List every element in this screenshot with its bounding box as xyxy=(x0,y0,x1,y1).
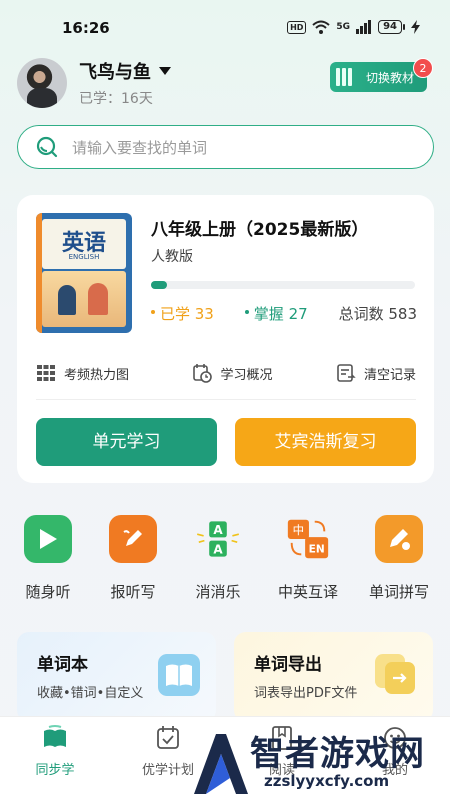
letter-a-icon: A A xyxy=(194,515,242,563)
ebbinghaus-review-button[interactable]: 艾宾浩斯复习 xyxy=(235,418,416,466)
feature-listen-label: 随身听 xyxy=(25,583,71,601)
clear-record-icon xyxy=(337,364,356,382)
caret-down-icon xyxy=(159,67,171,75)
play-icon xyxy=(24,515,72,563)
username: 飞鸟与鱼 xyxy=(79,62,151,83)
clear-record-label: 清空记录 xyxy=(363,367,416,383)
feature-translate-label: 中英互译 xyxy=(277,583,338,601)
feature-translate[interactable]: 中 EN 中英互译 xyxy=(266,515,350,602)
open-book-icon xyxy=(158,654,200,696)
nav-sync-study-label: 同步学 xyxy=(35,763,75,778)
stat-learned: 已学 33 xyxy=(151,303,214,324)
svg-text:中: 中 xyxy=(293,523,305,537)
calendar-check-icon xyxy=(157,726,179,749)
svg-text:EN: EN xyxy=(309,543,325,555)
cover-illustration xyxy=(42,271,126,327)
translate-icon: 中 EN xyxy=(284,515,332,563)
word-export-card[interactable]: 单词导出 词表导出PDF文件 xyxy=(234,632,433,722)
notification-badge: 2 xyxy=(413,58,433,78)
search-icon xyxy=(36,136,58,158)
status-icons: HD 5G 94 xyxy=(287,20,420,34)
book-stack-icon xyxy=(44,725,66,747)
study-progress-fill xyxy=(151,281,167,289)
study-overview-label: 学习概况 xyxy=(220,367,273,383)
wordbook-title: 单词本 xyxy=(37,655,88,675)
username-dropdown[interactable]: 飞鸟与鱼 xyxy=(79,58,171,84)
export-subtitle: 词表导出PDF文件 xyxy=(254,686,358,701)
books-icon xyxy=(336,68,358,86)
feature-match-game[interactable]: A A 消消乐 xyxy=(176,515,260,602)
export-title: 单词导出 xyxy=(254,655,322,675)
calendar-clock-icon xyxy=(193,364,213,383)
book-title: 八年级上册（2025最新版） xyxy=(151,220,369,240)
spell-pencil-icon xyxy=(375,515,423,563)
book-publisher: 人教版 xyxy=(151,249,193,265)
search-placeholder: 请输入要查找的单词 xyxy=(72,138,208,157)
status-bar: 16:26 HD 5G 94 xyxy=(0,0,450,52)
study-progress-bar xyxy=(151,281,415,289)
wordbook-card[interactable]: 单词本 收藏•错词•自定义 xyxy=(17,632,216,722)
learned-days: 已学：16天 xyxy=(79,91,153,107)
feature-dictation-label: 报听写 xyxy=(110,583,156,601)
heatmap-tool[interactable]: 考频热力图 xyxy=(36,363,129,383)
nav-sync-study[interactable]: 同步学 xyxy=(10,725,100,778)
status-time: 16:26 xyxy=(62,19,110,37)
watermark-brand: 智者游戏网 xyxy=(250,734,425,774)
heatmap-label: 考频热力图 xyxy=(64,367,130,383)
feature-listen[interactable]: 随身听 xyxy=(6,515,90,602)
stat-total: 总词数 583 xyxy=(338,305,417,323)
avatar[interactable] xyxy=(17,58,67,108)
svg-text:A: A xyxy=(213,542,223,556)
signal-icon xyxy=(356,20,372,34)
grid-icon xyxy=(37,365,55,381)
feature-dictation[interactable]: 报听写 xyxy=(91,515,175,602)
feature-spelling-label: 单词拼写 xyxy=(368,583,429,601)
clear-record-tool[interactable]: 清空记录 xyxy=(336,363,416,383)
battery-level: 94 xyxy=(378,20,402,34)
book-tools: 考频热力图 学习概况 清空记录 xyxy=(36,363,416,383)
watermark: 智者游戏网 zzslyyxcfy.com xyxy=(190,722,450,800)
cover-subtitle: ENGLISH xyxy=(68,253,100,261)
watermark-logo-icon xyxy=(194,734,248,794)
svg-text:A: A xyxy=(213,523,223,537)
switch-book-label: 切换教材 xyxy=(366,70,415,85)
watermark-url: zzslyyxcfy.com xyxy=(264,772,390,790)
feature-match-game-label: 消消乐 xyxy=(195,583,241,601)
divider xyxy=(36,399,416,400)
stat-mastered: 掌握 27 xyxy=(244,303,308,324)
book-cover[interactable]: 英语 ENGLISH xyxy=(36,213,132,333)
hd-badge: HD xyxy=(287,20,307,34)
wordbook-subtitle: 收藏•错词•自定义 xyxy=(37,686,144,701)
network-label: 5G xyxy=(336,22,351,32)
search-input[interactable]: 请输入要查找的单词 xyxy=(17,125,434,169)
battery-icon: 94 xyxy=(378,20,405,34)
study-overview-tool[interactable]: 学习概况 xyxy=(192,363,273,383)
pencil-icon xyxy=(109,515,157,563)
wifi-icon xyxy=(312,20,331,34)
study-stats: 已学 33 掌握 27 总词数 583 xyxy=(151,303,417,324)
export-icon xyxy=(375,654,415,694)
feature-spelling[interactable]: 单词拼写 xyxy=(357,515,441,602)
textbook-card: 英语 ENGLISH 八年级上册（2025最新版） 人教版 已学 33 掌握 2… xyxy=(17,195,434,483)
unit-study-button[interactable]: 单元学习 xyxy=(36,418,217,466)
charging-icon xyxy=(411,20,420,34)
